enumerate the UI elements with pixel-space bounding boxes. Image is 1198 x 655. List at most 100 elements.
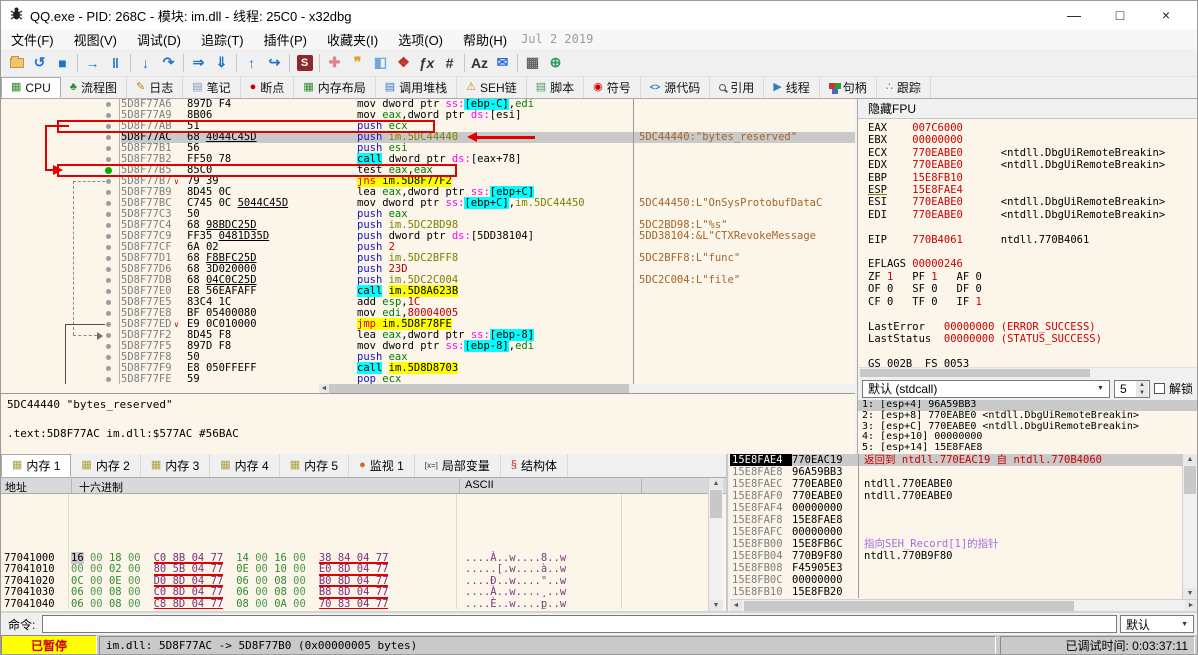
row-dot[interactable] [106,366,111,371]
disasm-row[interactable]: 5D8F77F5 897D F8 mov dword ptr ss:[ebp-8],… [121,340,855,352]
menu-调试D[interactable]: 调试(D) [127,30,191,49]
register-row[interactable]: GS 002B FS 0053 [868,358,1197,367]
function-analysis-button[interactable]: ƒx [415,52,438,74]
title-bar[interactable]: QQ.exe - PID: 268C - 模块: im.dll - 线程: 25… [1,1,1197,29]
hide-fpu-button[interactable]: 隐藏FPU [858,99,1197,119]
argument-row[interactable]: 2: [esp+8] 770EABE0 <ntdll.DbgUiRemoteBr… [858,410,1197,422]
run-button[interactable]: → [81,52,104,74]
row-dot[interactable] [106,223,111,228]
stack-row[interactable]: 15E8FAEC 770EABE0 ntdll.770EABE0 [730,478,1183,490]
row-dot[interactable] [106,344,111,349]
memory-dump-view[interactable]: 77041000 16 00 18 00 C0 8B 04 77 14 00 16 0… [1,494,706,609]
row-dot[interactable] [106,355,111,360]
disasm-row[interactable]: 5D8F77BC C745 0C 5044C45D mov dword ptr ss… [121,197,855,209]
row-dot[interactable] [106,190,111,195]
tab-graph[interactable]: ♣ 流程图 [61,77,127,98]
disasm-row[interactable]: 5D8F77FE 59 pop ecx [121,374,855,384]
tab-seh[interactable]: ⚠ SEH链 [457,77,527,98]
register-row[interactable]: EFLAGS 00000246 [868,258,1197,270]
row-dot[interactable] [106,179,111,184]
register-row[interactable]: ZF 1 PF 1 AF 0 [868,271,1197,283]
open-file-button[interactable] [5,52,28,74]
tab-notes[interactable]: ▤ 笔记 [183,77,241,98]
dump-tab-locals[interactable]: [x=] 局部变量 [415,454,501,477]
step-out-button[interactable]: ↑ [240,52,263,74]
row-dot[interactable] [106,245,111,250]
tab-threads[interactable]: ▶ 线程 [764,77,820,98]
row-dot[interactable] [106,377,111,382]
pause-button[interactable]: ‖ [104,52,127,74]
tab-trace[interactable]: ∴ 跟踪 [877,77,931,98]
register-row[interactable]: CF 0 TF 0 IF 1 [868,296,1197,308]
stack-view[interactable]: 15E8FAE4 770EAC19 返回到 ntdll.770EAC19 自 ntd… [730,454,1183,599]
row-dot[interactable] [106,135,111,140]
dump-tab-memory[interactable]: ▦ 内存 3 [141,454,211,477]
run-to-user-code-button[interactable]: ↪ [263,52,286,74]
stop-button[interactable]: ■ [51,52,74,74]
scroll-down-button[interactable]: ▼ [1183,588,1197,599]
register-row[interactable]: EBX 00000000 [868,134,1197,146]
scroll-up-button[interactable]: ▲ [1183,454,1197,465]
register-row[interactable] [868,308,1197,320]
disasm-row[interactable]: 5D8F77F9 E8 050FFEFF call im.5D8D8703 [121,362,855,374]
disasm-horizontal-scrollbar[interactable]: ◄ [1,384,855,393]
row-dot[interactable] [106,113,111,118]
register-row[interactable]: LastStatus 00000000 (STATUS_SUCCESS) [868,333,1197,345]
scrollbar-thumb[interactable] [1184,466,1196,494]
dump-tab-memory[interactable]: ▦ 内存 1 [1,454,72,477]
notify-button[interactable]: ✉ [491,52,514,74]
stack-row[interactable]: 15E8FAF4 00000000 [730,502,1183,514]
command-input[interactable] [42,615,1117,633]
argument-row[interactable]: 5: [esp+14] 15E8FAE8 [858,442,1197,454]
execute-till-return-button[interactable]: ⇒ [187,52,210,74]
scrollbar-thumb[interactable] [860,369,1090,377]
stack-horizontal-scrollbar[interactable]: ◄ ► [730,599,1197,611]
row-dot[interactable] [106,157,111,162]
scrollbar-thumb[interactable] [710,490,722,518]
row-dot[interactable] [106,289,111,294]
dump-row[interactable]: 77041030 06 00 08 00 C0 8D 04 77 06 00 08 0… [1,586,706,599]
row-dot[interactable] [106,267,111,272]
stack-row[interactable]: 15E8FB00 15E8FB6C 指向SEH_Record[1]的指针 [730,538,1183,550]
close-button[interactable]: × [1143,2,1189,28]
row-dot[interactable] [106,146,111,151]
bookmarks-button[interactable]: ❖ [392,52,415,74]
dump-tab-watch[interactable]: ● 监视 1 [349,454,415,477]
arguments-view[interactable]: 1: [esp+4] 96A59BB3 2: [esp+8] 770EABE0 <… [858,400,1197,454]
row-dot[interactable] [106,234,111,239]
stack-row[interactable]: 15E8FB08 F45905E3 [730,562,1183,574]
globe-button[interactable]: ⊕ [544,52,567,74]
tab-memory-map[interactable]: ▦ 内存布局 [294,77,376,98]
tab-references[interactable]: 引用 [710,77,765,98]
register-row[interactable] [868,345,1197,357]
row-dot[interactable] [106,278,111,283]
restart-button[interactable]: ↺ [28,52,51,74]
command-profile-select[interactable]: 默认 ▼ [1120,615,1194,633]
registers-view[interactable]: EAX 007C6000 EBX 00000000 ECX 770EABE0 <nt… [858,119,1197,367]
register-row[interactable]: ESP 15E8FAE4 [868,184,1197,196]
calling-convention-select[interactable]: 默认 (stdcall) ▼ [862,379,1110,398]
register-row[interactable]: ECX 770EABE0 <ntdll.DbgUiRemoteBreakin> [868,147,1197,159]
tab-script[interactable]: ▤ 脚本 [527,77,585,98]
dump-tab-struct[interactable]: § 结构体 [501,454,569,477]
scroll-down-button[interactable]: ▼ [709,600,723,611]
dump-tab-memory[interactable]: ▦ 内存 4 [210,454,280,477]
tab-breakpoints[interactable]: ● 断点 [241,77,295,98]
dump-row[interactable]: 77041010 00 00 02 00 80 5B 04 77 0E 00 10 0… [1,563,706,576]
calculator-button[interactable]: ▦ [521,52,544,74]
minimize-button[interactable]: — [1051,2,1097,28]
scrollbar-thumb[interactable] [329,384,629,393]
tab-symbols[interactable]: ◉ 符号 [584,77,641,98]
registers-scrollbar[interactable] [858,367,1197,377]
scroll-left-button[interactable]: ◄ [319,384,329,393]
disassembly-view[interactable]: 5D8F77A6 897D F4 mov dword ptr ss:[ebp-C],… [1,99,855,384]
stack-vertical-scrollbar[interactable]: ▲ ▼ [1182,454,1197,599]
register-row[interactable] [868,221,1197,233]
scrollbar-thumb[interactable] [744,601,1074,611]
unlock-checkbox[interactable] [1153,383,1165,394]
maximize-button[interactable]: □ [1097,2,1143,28]
hash-button[interactable]: # [438,52,461,74]
stack-row[interactable]: 15E8FB04 770B9F80 ntdll.770B9F80 [730,550,1183,562]
register-row[interactable]: LastError 00000000 (ERROR_SUCCESS) [868,321,1197,333]
row-dot[interactable] [106,322,111,327]
